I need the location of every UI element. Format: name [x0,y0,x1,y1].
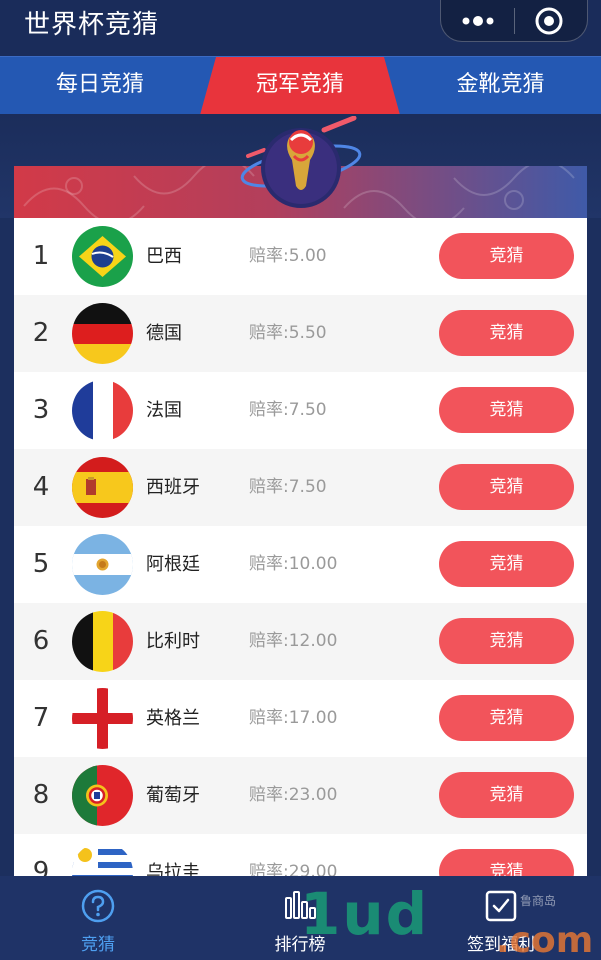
team-row: 6 比利时 赔率:12.00 竞猜 [14,603,587,680]
mini-program-capsule [440,0,588,42]
team-name: 葡萄牙 [146,785,200,806]
team-row: 9 乌拉圭 赔率:29.00 竞猜 [14,834,587,876]
team-odds: 赔率:10.00 [249,554,338,574]
team-odds: 赔率:12.00 [249,631,338,651]
tab-champion-label: 冠军竞猜 [255,72,344,97]
world-cup-emblem-icon [240,116,362,208]
team-rank: 1 [32,241,50,271]
team-rank: 2 [32,318,50,348]
guess-button[interactable]: 竞猜 [439,464,574,510]
team-odds: 赔率:29.00 [249,862,338,876]
team-list[interactable]: 1 巴西 赔率:5.00 竞猜 2 德国 赔率:5.50 竞猜 3 法国 赔率:7.50 竞猜 4 西班牙… [14,218,587,876]
guess-button[interactable]: 竞猜 [439,541,574,587]
team-row: 7 英格兰 赔率:17.00 竞猜 [14,680,587,757]
capsule-divider [514,8,515,34]
team-odds: 赔率:7.50 [249,400,327,420]
belgium-flag-icon [72,611,133,672]
nav-guess[interactable]: 竞猜 [38,876,158,960]
watermark-suffix: .com [496,920,594,960]
team-row: 2 德国 赔率:5.50 竞猜 [14,295,587,372]
guess-button[interactable]: 竞猜 [439,387,574,433]
team-rank: 8 [32,780,50,810]
checkbox-icon [485,890,517,922]
tab-champion[interactable]: 冠军竞猜 [200,57,400,115]
team-name: 英格兰 [146,708,200,729]
team-name: 阿根廷 [146,554,200,575]
guess-button[interactable]: 竞猜 [439,618,574,664]
nav-guess-label: 竞猜 [81,935,115,955]
team-rank: 9 [32,857,50,876]
guess-button[interactable]: 竞猜 [439,772,574,818]
team-row: 8 葡萄牙 赔率:23.00 竞猜 [14,757,587,834]
tab-daily[interactable]: 每日竞猜 [0,57,200,115]
team-name: 比利时 [146,631,200,652]
watermark-small-text: 鲁商岛 [520,894,557,908]
app-title: 世界杯竞猜 [24,10,160,40]
team-odds: 赔率:5.50 [249,323,327,343]
team-row: 1 巴西 赔率:5.00 竞猜 [14,218,587,295]
title-bar: 世界杯竞猜 [0,0,601,56]
team-name: 德国 [146,323,182,344]
team-odds: 赔率:7.50 [249,477,327,497]
guess-button[interactable]: 竞猜 [439,310,574,356]
team-name: 乌拉圭 [146,862,200,876]
team-row: 5 阿根廷 赔率:10.00 竞猜 [14,526,587,603]
team-row: 3 法国 赔率:7.50 竞猜 [14,372,587,449]
team-rank: 7 [32,703,50,733]
team-rank: 5 [32,549,50,579]
team-name: 巴西 [146,246,182,267]
team-odds: 赔率:17.00 [249,708,338,728]
germany-flag-icon [72,303,133,364]
team-rank: 4 [32,472,50,502]
team-rank: 6 [32,626,50,656]
more-icon[interactable] [457,8,499,34]
close-target-icon[interactable] [533,5,565,37]
brazil-flag-icon [72,226,133,287]
guess-button[interactable]: 竞猜 [439,233,574,279]
argentina-flag-icon [72,534,133,595]
uruguay-flag-icon [72,842,133,876]
france-flag-icon [72,380,133,441]
portugal-flag-icon [72,765,133,826]
watermark-logo: 1ud [300,880,430,948]
team-name: 西班牙 [146,477,200,498]
team-rank: 3 [32,395,50,425]
team-name: 法国 [146,400,182,421]
tab-bar: 每日竞猜 冠军竞猜 金靴竞猜 [0,56,601,114]
england-flag-icon [72,688,133,749]
guess-button[interactable]: 竞猜 [439,695,574,741]
guess-button[interactable]: 竞猜 [439,849,574,876]
team-row: 4 西班牙 赔率:7.50 竞猜 [14,449,587,526]
team-odds: 赔率:5.00 [249,246,327,266]
spain-flag-icon [72,457,133,518]
team-odds: 赔率:23.00 [249,785,338,805]
question-circle-icon [81,889,115,923]
tab-golden-boot[interactable]: 金靴竞猜 [400,57,601,115]
